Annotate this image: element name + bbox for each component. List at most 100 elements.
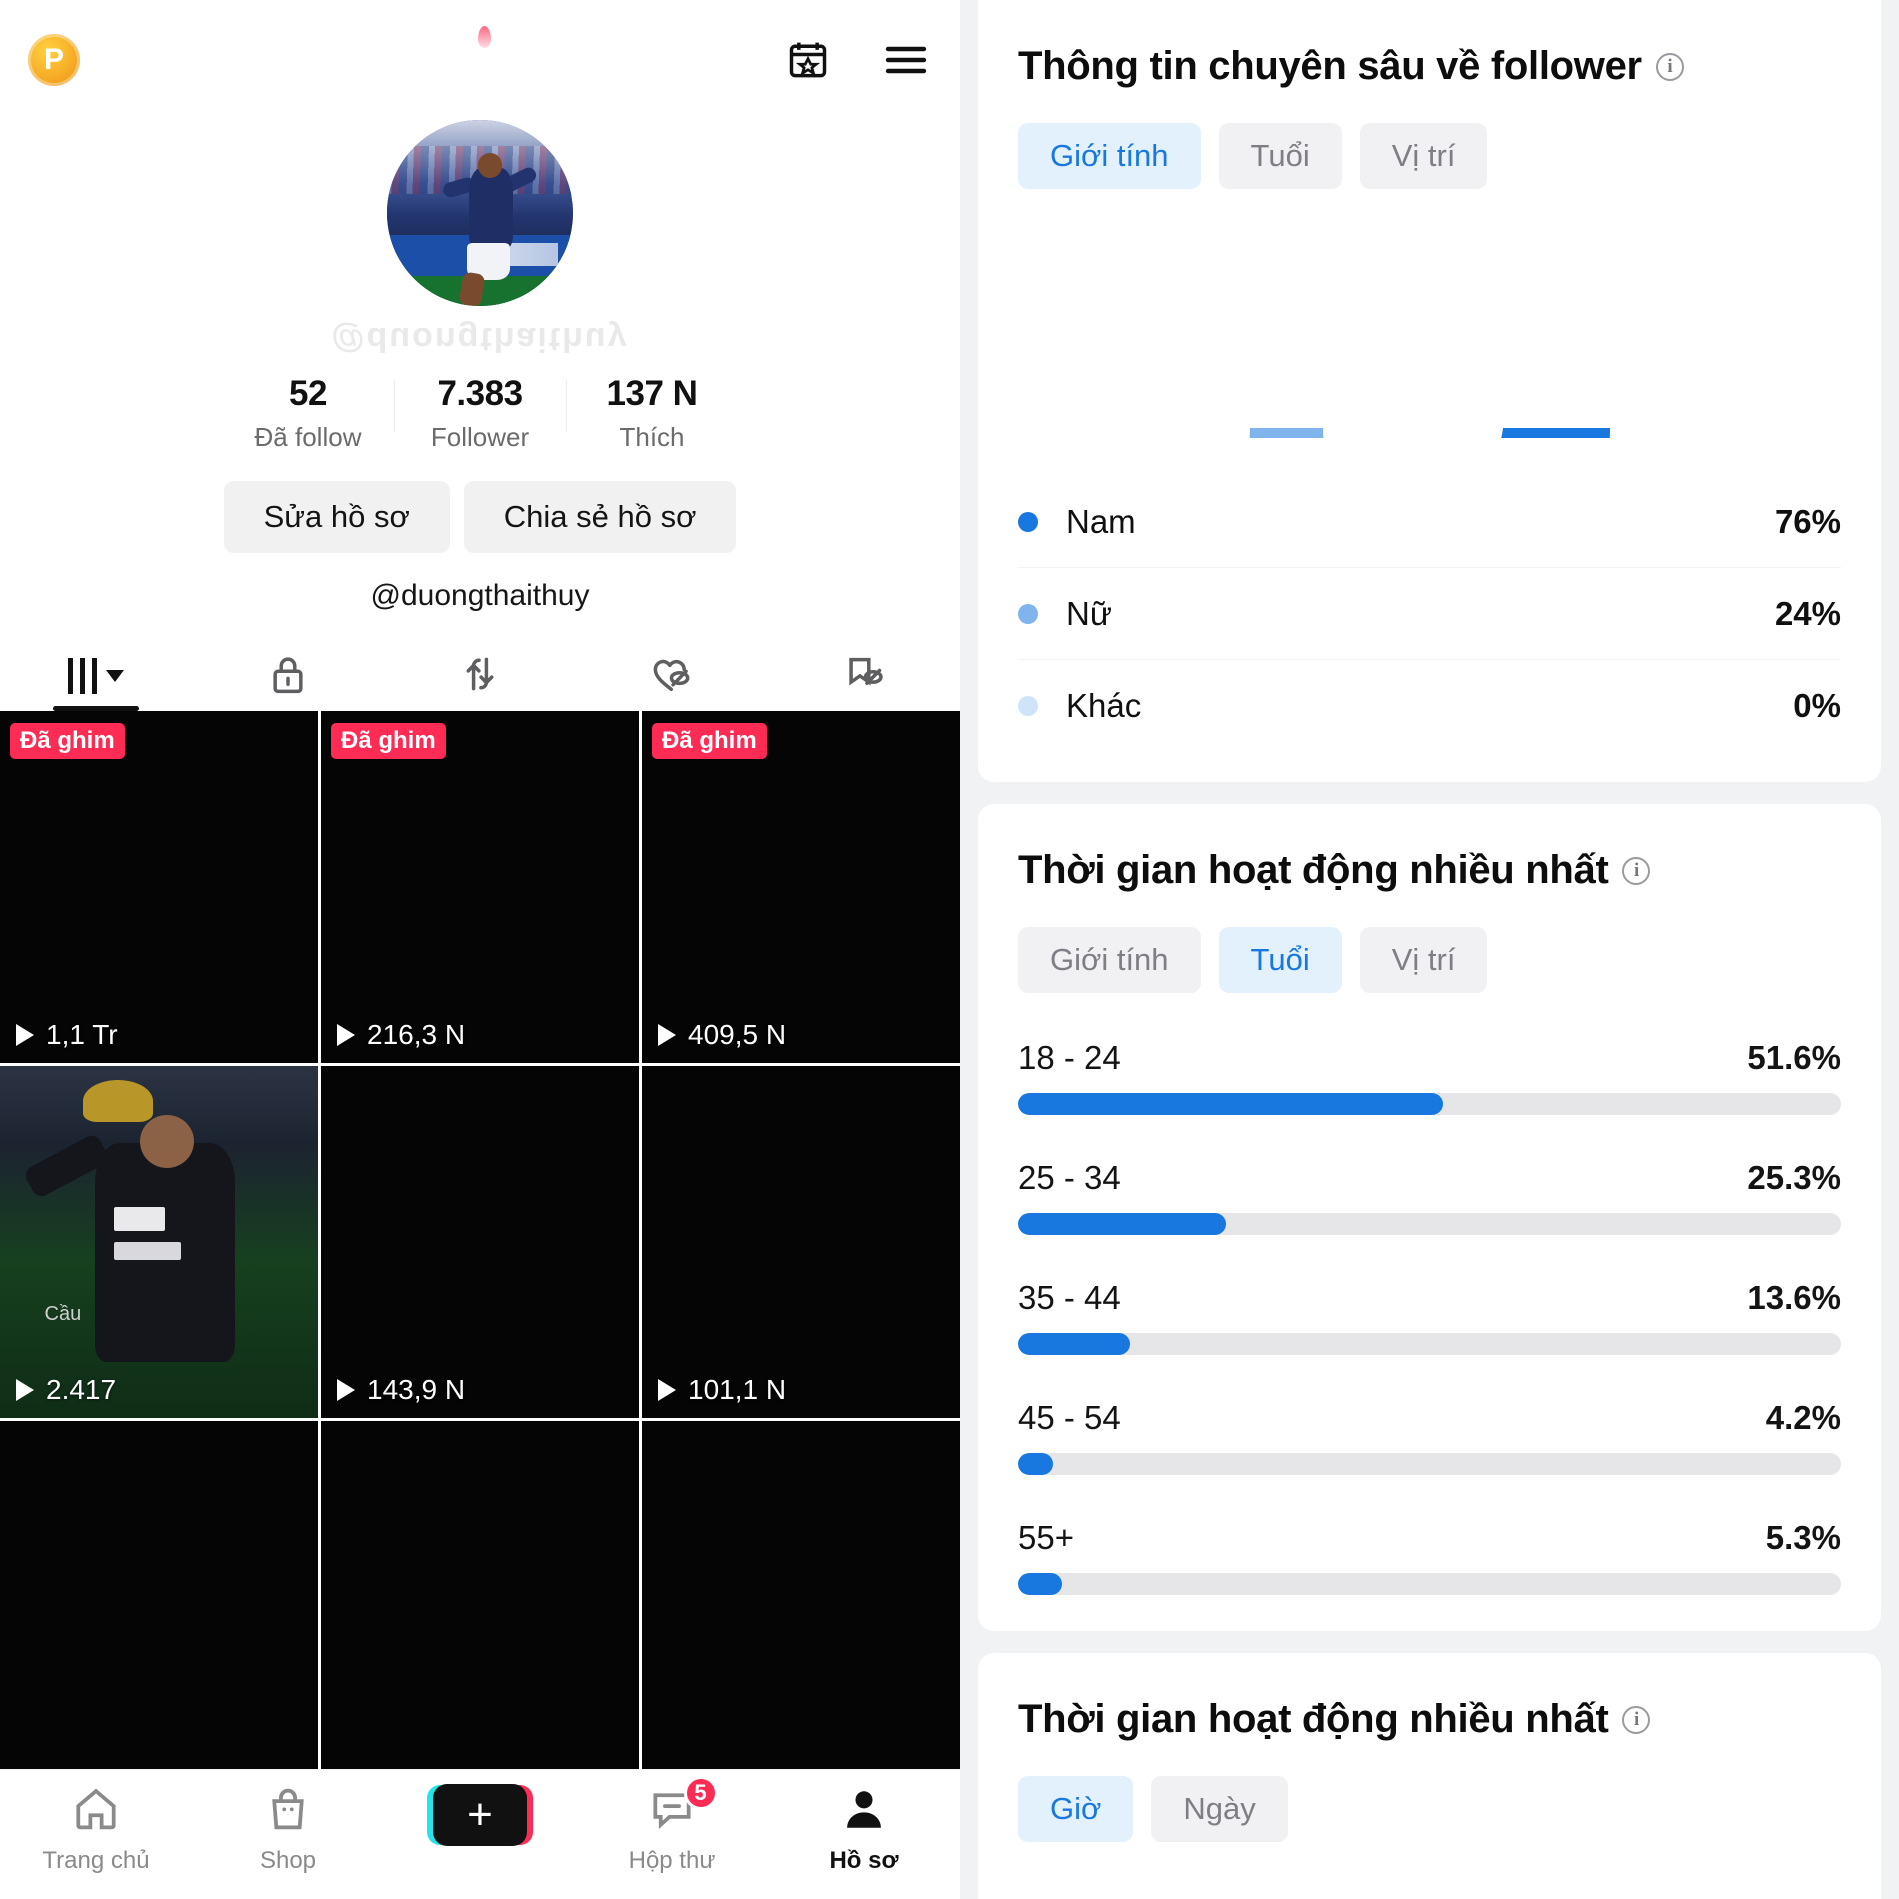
video-cell[interactable]: Đã ghim 216,3 N (321, 711, 639, 1063)
view-count: 409,5 N (658, 1019, 786, 1051)
tab-reposts[interactable] (420, 641, 540, 711)
legend-value: 24% (1774, 594, 1841, 632)
play-icon (658, 1024, 676, 1046)
video-cell[interactable]: 101,1 N (642, 1066, 960, 1418)
bar-block: 25 - 34 25.3% (1018, 1159, 1841, 1235)
bar-category-label: 35 - 44 (1018, 1279, 1121, 1316)
bar-fill (1018, 1453, 1053, 1475)
video-cell[interactable]: Đã ghim 1,1 Tr (0, 711, 318, 1063)
lock-icon (266, 652, 310, 701)
stat-likes[interactable]: 137 N Thích (566, 374, 738, 453)
bottom-navigation: Trang chủ Shop + 5 Hộp thư Hồ sơ (0, 1769, 960, 1899)
hamburger-menu-icon[interactable] (880, 34, 932, 86)
bar-value-label: 25.3% (1747, 1159, 1841, 1196)
repost-arrows-icon (458, 652, 502, 701)
avatar-wrap (0, 120, 960, 306)
info-circle-icon[interactable]: i (1655, 52, 1684, 81)
gender-gauge-chart (1018, 223, 1841, 438)
nav-label: Hộp thư (628, 1847, 716, 1874)
nav-item-profile[interactable]: Hồ sơ (768, 1784, 960, 1875)
bar-track (1018, 1573, 1841, 1595)
stat-label: Thích (619, 422, 685, 452)
view-count: 1,1 Tr (16, 1019, 118, 1051)
most-active-age-card: Thời gian hoạt động nhiều nhất i Giới tí… (978, 804, 1881, 1631)
profile-handle: @duongthaithuy (370, 579, 590, 612)
bar-category-label: 55+ (1018, 1519, 1074, 1556)
video-cell[interactable] (0, 1421, 318, 1773)
tab-private[interactable] (228, 641, 348, 711)
video-cell[interactable]: Cầu 2.417 (0, 1066, 318, 1418)
tab-saved-hidden[interactable] (804, 641, 924, 711)
tab-age[interactable]: Tuổi (1218, 927, 1342, 993)
view-count-value: 101,1 N (688, 1374, 787, 1405)
topbar-actions (782, 34, 932, 86)
calendar-star-icon[interactable] (782, 34, 834, 86)
nav-item-shop[interactable]: Shop (192, 1784, 384, 1875)
slice-nu (1249, 428, 1323, 438)
thumb-caption-text: Cầu (44, 1303, 82, 1326)
profile-tabs (0, 631, 960, 711)
info-circle-icon[interactable]: i (1622, 856, 1651, 885)
tab-location[interactable]: Vị trí (1359, 123, 1488, 189)
view-count-value: 2.417 (46, 1374, 117, 1405)
bar-track (1018, 1333, 1841, 1355)
bar-value-label: 51.6% (1747, 1039, 1841, 1076)
pinned-badge: Đã ghim (652, 723, 767, 759)
nav-item-inbox[interactable]: 5 Hộp thư (576, 1776, 768, 1875)
video-thumbnail: Cầu (0, 1066, 318, 1418)
bar-track (1018, 1213, 1841, 1235)
video-cell[interactable]: 143,9 N (321, 1066, 639, 1418)
video-cell[interactable] (321, 1421, 639, 1773)
thumb-jersey-sponsor (114, 1206, 166, 1232)
tab-age[interactable]: Tuổi (1218, 123, 1342, 189)
view-count-value: 216,3 N (367, 1019, 466, 1050)
stat-following[interactable]: 52 Đã follow (222, 374, 394, 453)
thumb-jersey-text (114, 1242, 182, 1260)
age-bar-chart: 18 - 24 51.6% 25 - 34 25.3% 35 - 44 13.6% 45 -… (1018, 1039, 1841, 1595)
tab-gender[interactable]: Giới tính (1018, 927, 1201, 993)
tab-day[interactable]: Ngày (1151, 1776, 1288, 1842)
nav-label: Trang chủ (42, 1847, 150, 1874)
view-count-value: 409,5 N (688, 1019, 787, 1050)
video-cell[interactable]: Đã ghim 409,5 N (642, 711, 960, 1063)
legend-dot (1018, 603, 1038, 624)
play-icon (16, 1024, 34, 1046)
tab-hour[interactable]: Giờ (1018, 1776, 1134, 1842)
nav-item-create[interactable]: + (384, 1784, 576, 1846)
sidebar-item-posts-grid[interactable] (36, 641, 156, 711)
legend-row: Nam 76% (1018, 476, 1841, 568)
info-circle-icon[interactable]: i (1622, 1705, 1651, 1734)
bar-header: 35 - 44 13.6% (1018, 1279, 1841, 1317)
share-profile-button[interactable]: Chia sẻ hồ sơ (463, 481, 737, 553)
view-count: 143,9 N (337, 1374, 465, 1406)
tiktok-profile-panel: P @duongthaithuy 52 Đã follow 7.383 Foll… (0, 0, 960, 1899)
avatar-jersey (468, 168, 514, 251)
bar-fill (1018, 1213, 1227, 1235)
stat-value: 52 (289, 374, 327, 413)
coin-p-icon[interactable]: P (28, 34, 80, 86)
thumb-player-head (139, 1115, 194, 1169)
legend-label: Nam (1066, 502, 1136, 540)
pinned-badge: Đã ghim (331, 723, 446, 759)
stat-followers[interactable]: 7.383 Follower (394, 374, 566, 453)
shop-bag-icon (263, 1784, 313, 1839)
nav-item-home[interactable]: Trang chủ (0, 1784, 192, 1875)
grid-columns-icon (68, 658, 124, 694)
bar-header: 55+ 5.3% (1018, 1519, 1841, 1557)
video-grid: Đã ghim 1,1 Tr Đã ghim 216,3 N Đã ghim 4… (0, 711, 960, 1773)
nav-label: Shop (259, 1847, 317, 1874)
video-cell[interactable] (642, 1421, 960, 1773)
plus-create-icon[interactable]: + (433, 1784, 527, 1846)
edit-profile-button[interactable]: Sửa hồ sơ (223, 481, 450, 553)
view-count-value: 1,1 Tr (46, 1019, 118, 1050)
bar-block: 35 - 44 13.6% (1018, 1279, 1841, 1355)
legend-value: 0% (1793, 687, 1841, 724)
bar-value-label: 13.6% (1747, 1279, 1841, 1316)
legend-row: Nữ 24% (1018, 568, 1841, 660)
slice-nam (1500, 428, 1610, 438)
tab-gender[interactable]: Giới tính (1018, 123, 1201, 189)
avatar[interactable] (387, 120, 573, 306)
most-active-age-title: Thời gian hoạt động nhiều nhất (1018, 848, 1609, 892)
tab-liked-hidden[interactable] (612, 641, 732, 711)
tab-location[interactable]: Vị trí (1359, 927, 1488, 993)
